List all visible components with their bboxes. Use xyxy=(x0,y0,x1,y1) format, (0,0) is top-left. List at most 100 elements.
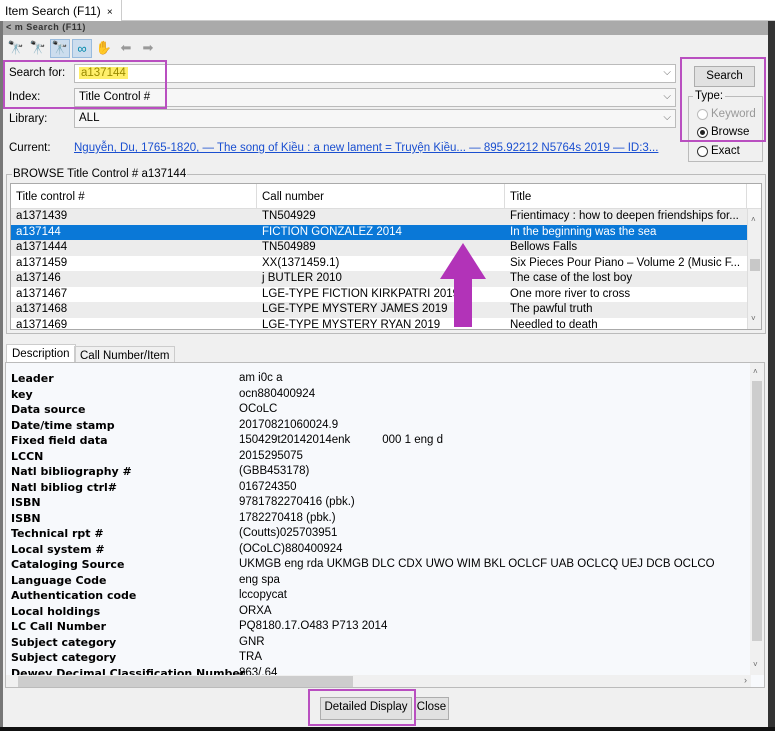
field-value: (GBB453178) xyxy=(239,465,310,477)
glasses-icon[interactable]: ∞ xyxy=(72,38,92,58)
right-border xyxy=(768,21,775,731)
tab-item-search[interactable]: Item Search (F11) × xyxy=(0,0,122,21)
table-cell: a1371459 xyxy=(16,256,68,269)
scroll-thumb[interactable] xyxy=(18,676,353,687)
scroll-up-icon[interactable]: ˄ xyxy=(751,215,756,224)
forward-arrow-icon[interactable]: ➡ xyxy=(138,39,158,58)
close-button[interactable]: Close xyxy=(414,697,449,720)
table-cell: TN504929 xyxy=(262,210,316,222)
pane-title: m Search (F11) xyxy=(14,22,86,32)
chevron-down-icon[interactable]: ⌵ xyxy=(663,67,671,78)
tab-strip: Item Search (F11) × xyxy=(0,0,775,21)
close-icon[interactable]: × xyxy=(107,7,113,18)
field-label: LC Call Number xyxy=(11,620,107,633)
index-select[interactable]: Title Control # ⌵ xyxy=(74,88,676,107)
field-value: ocn880400924 xyxy=(239,387,316,400)
tab-description[interactable]: Description xyxy=(6,344,76,363)
table-row[interactable]: a1371469 LGE-TYPE MYSTERY RYAN 2019 Needle… xyxy=(11,318,761,330)
description-list: Leader am i0c a key ocn880400924 Data source… xyxy=(6,363,764,681)
scroll-down-icon[interactable]: ˅ xyxy=(753,660,758,669)
hand-icon[interactable]: ✋ xyxy=(94,39,114,58)
library-select[interactable]: ALL ⌵ xyxy=(74,109,676,128)
back-arrow-icon[interactable]: ⬅ xyxy=(116,39,136,58)
chevron-down-icon[interactable]: ⌵ xyxy=(663,91,671,102)
field-label: Local holdings xyxy=(11,604,101,618)
description-row: LC Call Number PQ8180.17.O483 P713 2014 xyxy=(6,619,764,635)
detailed-display-button[interactable]: Detailed Display xyxy=(320,697,412,720)
field-value: UKMGB eng rda UKMGB DLC CDX UWO WIM BKL … xyxy=(239,558,715,570)
description-row: Cataloging Source UKMGB eng rda UKMGB DLC… xyxy=(6,557,764,573)
description-pane: Leader am i0c a key ocn880400924 Data source… xyxy=(5,362,765,688)
scroll-thumb[interactable] xyxy=(752,381,762,641)
table-cell: Frientimacy : how to deepen friendships … xyxy=(510,210,739,222)
field-value: am i0c a xyxy=(239,372,283,384)
radio-browse[interactable]: Browse xyxy=(697,123,749,141)
table-header: Title control # Call number Title xyxy=(11,184,761,209)
description-row: Natl bibliog ctrl# 016724350 xyxy=(6,480,764,496)
column-header[interactable]: Title xyxy=(505,184,747,208)
tab-call-number-item[interactable]: Call Number/Item xyxy=(74,346,176,363)
library-label: Library: xyxy=(9,113,48,125)
radio-label: Keyword xyxy=(711,108,756,120)
table-row[interactable]: a1371467 LGE-TYPE FICTION KIRKPATRI 2019 O… xyxy=(11,287,761,303)
browse-table: Title control # Call number Title a13714… xyxy=(10,183,762,330)
table-cell: Needled to death xyxy=(510,318,598,330)
description-row: Authentication code lccopycat xyxy=(6,588,764,604)
field-label: Technical rpt # xyxy=(11,527,104,540)
field-value: PQ8180.17.O483 P713 2014 xyxy=(239,620,388,632)
radio-circle xyxy=(697,126,708,138)
scroll-right-icon[interactable]: › xyxy=(744,675,747,685)
chevron-down-icon[interactable]: ⌵ xyxy=(663,112,671,123)
field-value: (Coutts)025703951 xyxy=(239,527,338,539)
index-label: Index: xyxy=(9,91,41,103)
scroll-down-icon[interactable]: ˅ xyxy=(751,314,756,323)
field-value: 9781782270416 (pbk.) xyxy=(239,496,355,508)
vertical-scrollbar[interactable]: ˄ ˅ xyxy=(750,363,764,675)
description-row: Language Code eng spa xyxy=(6,573,764,589)
table-cell: The pawful truth xyxy=(510,303,593,315)
current-record-link[interactable]: Nguyễn, Du, 1765-1820, — The song of Kiề… xyxy=(74,142,658,154)
table-row[interactable]: a1371468 LGE-TYPE MYSTERY JAMES 2019 The p… xyxy=(11,302,761,318)
radio-keyword[interactable]: Keyword xyxy=(697,105,756,123)
field-label: Fixed field data xyxy=(11,434,108,447)
table-cell: FICTION GONZALEZ 2014 xyxy=(262,225,402,238)
radio-label: Exact xyxy=(711,145,740,157)
vertical-scrollbar[interactable]: ˄ ˅ xyxy=(747,209,761,329)
table-row[interactable]: a137144 FICTION GONZALEZ 2014 In the begin… xyxy=(11,224,761,240)
search-binoculars-red-icon[interactable]: 🔭 xyxy=(6,39,26,58)
field-label: key xyxy=(11,387,33,401)
scroll-thumb[interactable] xyxy=(750,259,760,271)
table-row[interactable]: a137146 j BUTLER 2010 The case of the lost… xyxy=(11,271,761,287)
column-header[interactable]: Call number xyxy=(257,184,505,208)
library-value: ALL xyxy=(79,112,100,124)
field-value: 2015295075 xyxy=(239,449,303,462)
search-input[interactable]: a137144 ⌵ xyxy=(74,64,676,83)
table-cell: a137146 xyxy=(16,272,61,284)
horizontal-scrollbar[interactable]: › xyxy=(6,675,751,687)
scroll-up-icon[interactable]: ˄ xyxy=(753,367,758,376)
browse-title: BROWSE Title Control # a137144 xyxy=(12,168,188,180)
search-binoculars-yellow-icon[interactable]: 🔭 xyxy=(28,39,48,58)
description-row: LCCN 2015295075 xyxy=(6,449,764,465)
column-header[interactable]: Title control # xyxy=(11,184,257,208)
table-row[interactable]: a1371439 TN504929 Frientimacy : how to dee… xyxy=(11,209,761,225)
table-cell: a1371467 xyxy=(16,287,68,300)
collapse-icon[interactable]: < xyxy=(6,22,12,32)
left-border xyxy=(0,21,3,731)
type-group: Type: Keyword Browse Exact xyxy=(688,90,763,162)
field-value: TRA xyxy=(239,651,262,663)
search-value: a137144 xyxy=(79,67,128,79)
description-row: Local system # (OCoLC)880400924 xyxy=(6,542,764,558)
field-label: Leader xyxy=(11,372,54,385)
description-row: ISBN 1782270418 (pbk.) xyxy=(6,511,764,527)
field-value: 016724350 xyxy=(239,480,297,493)
tab-label: Item Search (F11) xyxy=(5,4,101,18)
description-row: ISBN 9781782270416 (pbk.) xyxy=(6,495,764,511)
current-label: Current: xyxy=(9,142,51,154)
search-button[interactable]: Search xyxy=(694,66,755,87)
field-label: Cataloging Source xyxy=(11,558,125,571)
table-row[interactable]: a1371444 TN504989 Bellows Falls xyxy=(11,240,761,256)
browse-binoculars-icon[interactable]: 🔭 xyxy=(50,38,70,58)
table-row[interactable]: a1371459 XX(1371459.1) Six Pieces Pour Pia… xyxy=(11,256,761,272)
radio-exact[interactable]: Exact xyxy=(697,142,740,160)
